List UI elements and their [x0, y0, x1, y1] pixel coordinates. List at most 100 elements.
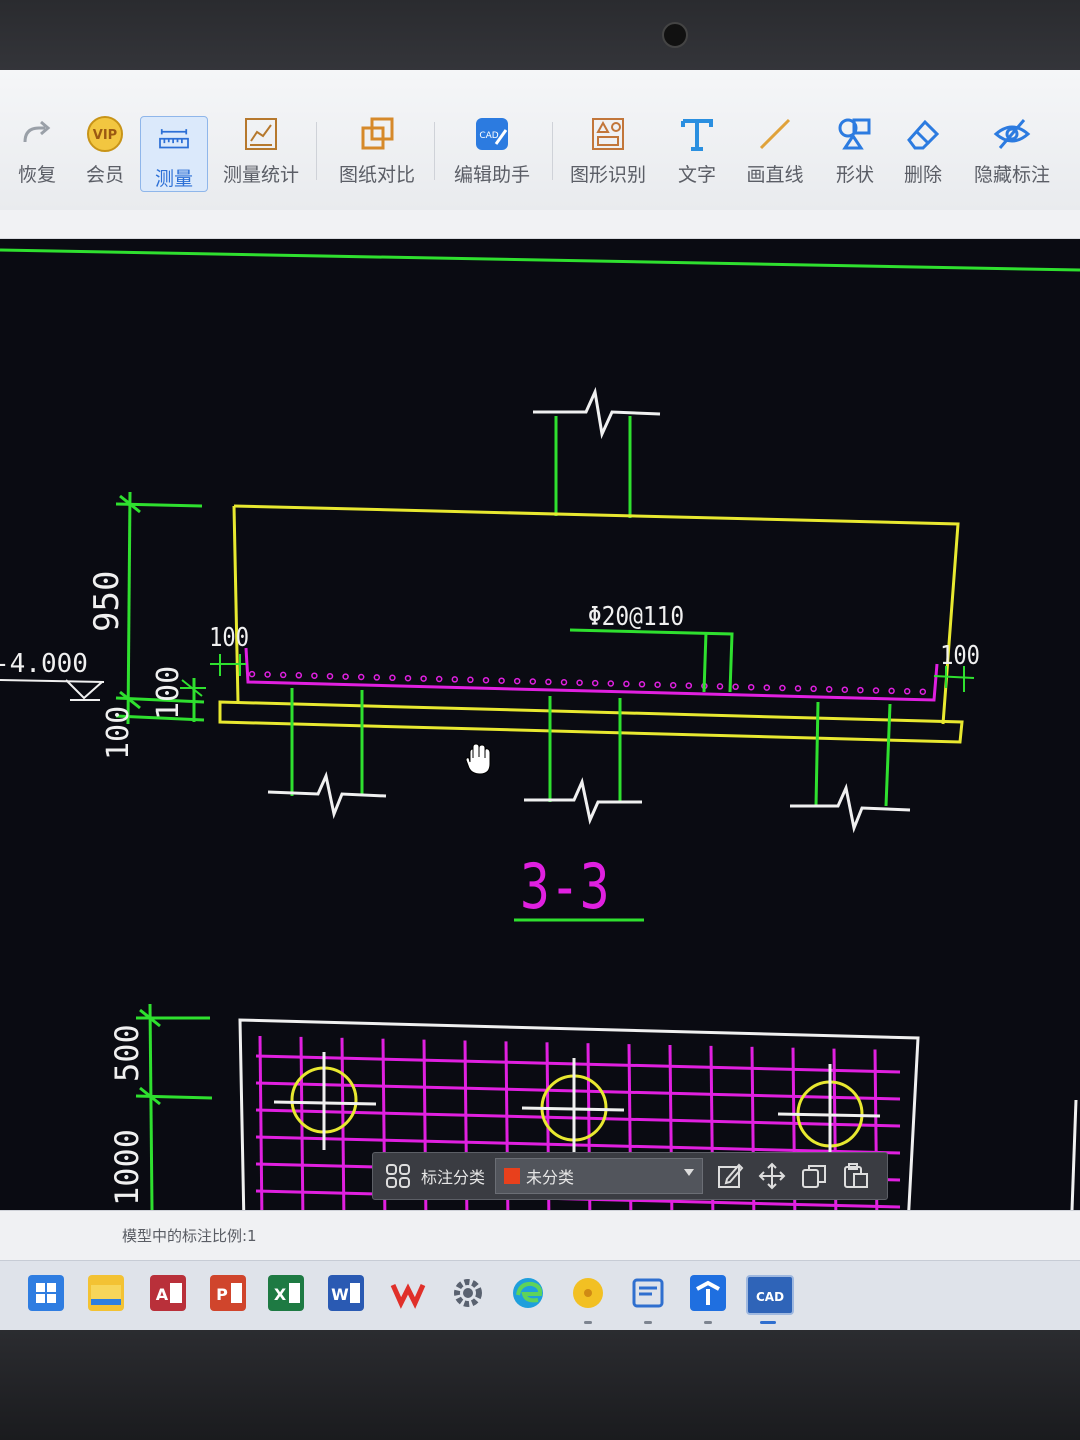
powerpoint-icon[interactable]: P: [210, 1275, 246, 1311]
svg-text:CAD: CAD: [479, 131, 498, 141]
wps-icon[interactable]: [390, 1275, 426, 1311]
edit-assistant-button[interactable]: CAD 编辑助手: [452, 114, 532, 194]
redo-label: 恢复: [17, 164, 56, 186]
edit-icon[interactable]: [715, 1161, 745, 1191]
cad-edit-icon: CAD: [476, 118, 508, 150]
dimension-100-b: 100: [101, 706, 136, 760]
running-indicator: [644, 1321, 652, 1324]
vip-button[interactable]: VIP 会员: [82, 114, 128, 194]
reader-app-icon[interactable]: [630, 1275, 666, 1311]
access-icon[interactable]: A: [150, 1275, 186, 1311]
rebar-dot: [404, 674, 412, 682]
hand-cursor-icon: [465, 743, 491, 775]
running-indicator: [584, 1321, 592, 1324]
start-icon[interactable]: [28, 1275, 64, 1311]
eye-hide-icon: [993, 119, 1031, 149]
dimension-1000: 1000: [108, 1129, 146, 1206]
rebar-dot: [779, 684, 786, 692]
svg-text:A: A: [156, 1285, 169, 1304]
redo-button[interactable]: 恢复: [14, 114, 60, 194]
hide-annotation-button[interactable]: 隐藏标注: [972, 114, 1052, 194]
svg-text:VIP: VIP: [93, 128, 117, 143]
text-button[interactable]: 文字: [674, 114, 720, 194]
annotation-category-select[interactable]: 未分类: [495, 1158, 704, 1194]
rebar-dot: [669, 681, 677, 689]
dimension-950: 950: [87, 571, 127, 632]
dimension-100-a: 100: [151, 666, 186, 720]
screen: 恢复 VIP 会员 测量 测量统计 图纸对比 CAD 编辑助手 图形识别 文字 …: [0, 70, 1080, 1330]
bottom-rebar: [244, 647, 939, 702]
rebar-dot: [654, 681, 661, 688]
rebar-dot: [295, 672, 303, 679]
blue-app-icon[interactable]: [690, 1275, 726, 1311]
shape-recognize-icon: [592, 118, 624, 150]
copy-icon[interactable]: [799, 1161, 829, 1191]
text-label: 文字: [677, 164, 716, 186]
cad-drawing: Φ20@110 950 100 100 -4.000 100 100 3-3 5…: [0, 248, 1080, 1210]
edge-icon[interactable]: [510, 1275, 546, 1311]
rebar-dot: [591, 679, 599, 687]
rebar-dot: [498, 677, 505, 684]
annotation-category-label: 标注分类: [421, 1168, 486, 1187]
dimension-100-right: 100: [940, 640, 980, 670]
section-title: 3-3: [520, 852, 610, 924]
rebar-dot: [279, 671, 287, 679]
shape-recognition-button[interactable]: 图形识别: [568, 114, 648, 194]
drawing-canvas[interactable]: Φ20@110 950 100 100 -4.000 100 100 3-3 5…: [0, 240, 1080, 1210]
line-icon: [759, 118, 791, 150]
rebar-dot: [919, 688, 927, 695]
shape-label: 形状: [835, 164, 874, 186]
rebar-dot: [794, 685, 802, 692]
rebar-dot: [638, 681, 646, 688]
rebar-dot: [857, 686, 864, 694]
delete-button[interactable]: 删除: [900, 114, 946, 194]
rebar-dot: [389, 674, 396, 682]
delete-label: 删除: [903, 164, 942, 186]
edit-assistant-label: 编辑助手: [453, 164, 530, 186]
word-icon[interactable]: W: [328, 1275, 364, 1311]
svg-text:P: P: [216, 1285, 228, 1304]
rebar-dot: [467, 676, 474, 684]
rebar-dot: [311, 672, 318, 679]
rebar-dot: [513, 677, 521, 685]
vip-badge-icon: VIP: [87, 116, 123, 152]
running-indicator: [704, 1321, 712, 1324]
rebar-dot: [825, 686, 833, 693]
rebar-dot: [872, 687, 880, 694]
compare-button[interactable]: 图纸对比: [338, 114, 416, 194]
rebar-dot: [451, 676, 459, 683]
overlap-squares-icon: [361, 117, 394, 150]
file-explorer-icon[interactable]: [88, 1275, 124, 1311]
move-icon[interactable]: [757, 1161, 787, 1191]
excel-icon[interactable]: X: [268, 1275, 304, 1311]
measure-label: 测量: [154, 168, 193, 190]
shape-recognition-label: 图形识别: [569, 164, 646, 186]
paste-icon[interactable]: [841, 1161, 871, 1191]
toolbar-separator: [316, 122, 317, 180]
measure-button[interactable]: 测量: [140, 116, 208, 192]
grid-menu-icon[interactable]: [383, 1161, 413, 1191]
eraser-icon: [907, 119, 940, 150]
category-selected-value: 未分类: [526, 1168, 575, 1187]
hide-annotation-label: 隐藏标注: [973, 164, 1050, 186]
rebar-dot: [903, 688, 911, 695]
monitor-bezel-bottom: [0, 1330, 1080, 1440]
redo-arrow-icon: [23, 120, 51, 143]
draw-line-button[interactable]: 画直线: [744, 114, 806, 194]
rebar-dot: [545, 678, 552, 686]
shape-button[interactable]: 形状: [832, 114, 878, 194]
side-dimension-left: [210, 654, 246, 676]
svg-text:CAD: CAD: [756, 1290, 784, 1304]
yellow-app-icon[interactable]: [570, 1275, 606, 1311]
category-color-swatch: [504, 1168, 521, 1184]
measure-stats-button[interactable]: 测量统计: [222, 114, 300, 194]
rebar-dot: [763, 684, 771, 691]
elevation-label: -4.000: [0, 649, 88, 679]
pile-middle: [524, 696, 642, 825]
draw-line-label: 画直线: [746, 164, 804, 186]
settings-gear-icon[interactable]: [450, 1275, 486, 1311]
chart-ruler-icon: [245, 118, 277, 150]
svg-text:X: X: [274, 1285, 287, 1304]
active-indicator: [760, 1321, 776, 1324]
cad-app-icon[interactable]: CAD: [746, 1275, 794, 1315]
